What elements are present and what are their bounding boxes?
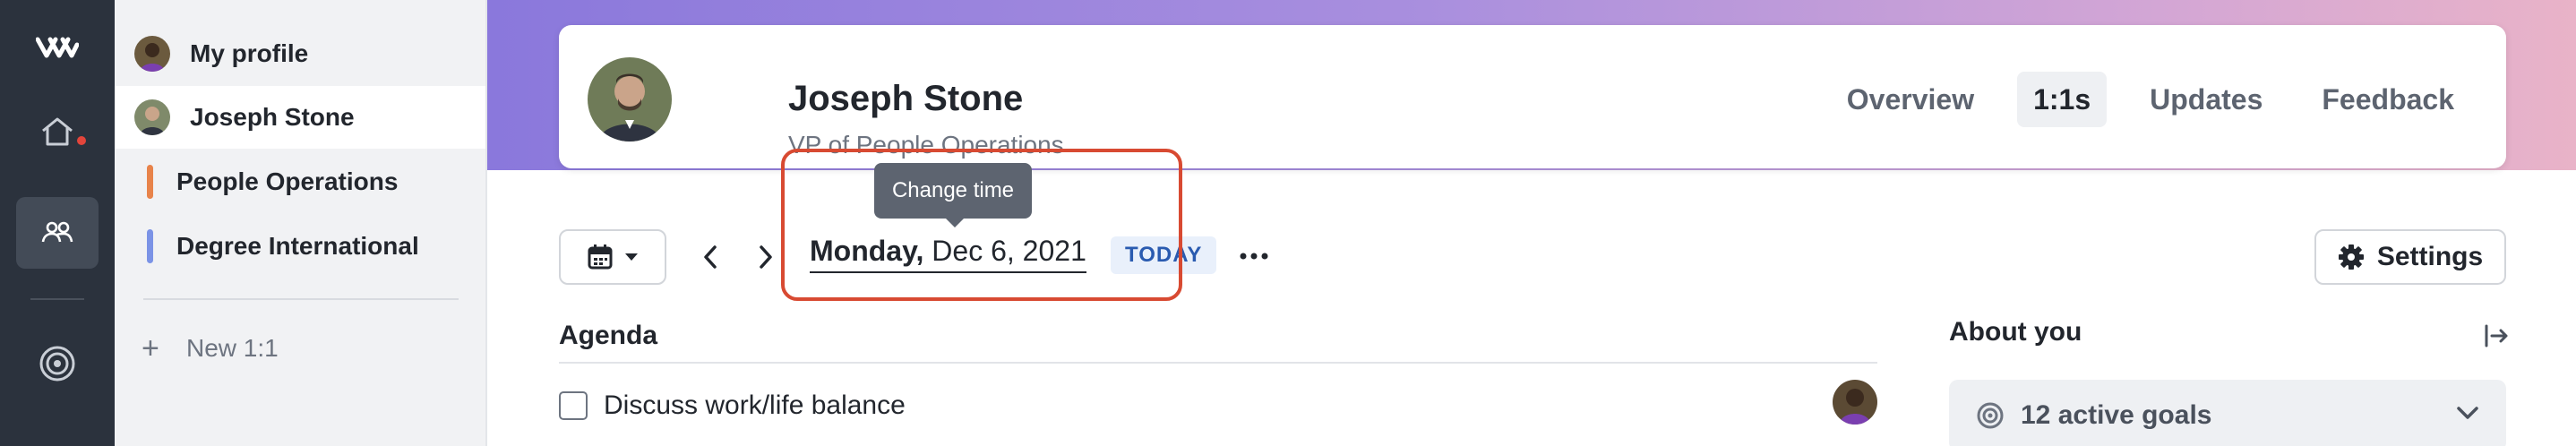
team-color-bar — [147, 165, 153, 199]
sidebar-item-label: Joseph Stone — [190, 103, 355, 131]
avatar — [588, 57, 672, 142]
profile-header-card: Joseph Stone VP of People Operations Ove… — [559, 25, 2506, 168]
active-goals-dropdown[interactable]: 12 active goals — [1949, 380, 2506, 446]
people-icon — [41, 221, 73, 243]
calendar-dropdown-button[interactable] — [559, 229, 666, 285]
collapse-panel-icon[interactable] — [2483, 322, 2510, 349]
gear-icon — [2338, 244, 2364, 270]
more-icon — [1240, 253, 1268, 260]
people-nav-button[interactable] — [16, 197, 99, 269]
sidebar-divider — [143, 298, 459, 300]
chevron-down-icon — [2457, 407, 2478, 419]
target-icon — [1977, 402, 2004, 429]
more-options-button[interactable] — [1236, 242, 1272, 270]
next-date-button[interactable] — [752, 242, 779, 272]
icon-rail — [0, 0, 115, 446]
goals-nav-button[interactable] — [16, 328, 99, 399]
page-title: Joseph Stone — [788, 79, 1024, 118]
tab-overview[interactable]: Overview — [1831, 72, 1990, 127]
list-item: Discuss work/life balance — [559, 390, 906, 421]
notification-dot — [77, 136, 86, 145]
home-nav-button[interactable] — [16, 96, 99, 167]
settings-button[interactable]: Settings — [2314, 229, 2506, 285]
avatar — [1833, 380, 1877, 425]
tab-updates[interactable]: Updates — [2134, 72, 2279, 127]
sidebar-item-joseph-stone[interactable]: Joseph Stone — [115, 86, 485, 149]
previous-date-button[interactable] — [697, 242, 724, 272]
logo-icon[interactable] — [36, 32, 79, 64]
sidebar-item-my-profile[interactable]: My profile — [115, 22, 485, 85]
active-goals-label: 12 active goals — [2021, 400, 2212, 430]
sidebar: My profile Joseph Stone People Operation… — [115, 0, 487, 446]
tab-one-on-ones[interactable]: 1:1s — [2017, 72, 2108, 127]
rail-divider — [30, 298, 84, 300]
calendar-icon — [588, 244, 613, 270]
sidebar-item-label: My profile — [190, 39, 309, 67]
sidebar-item-people-operations[interactable]: People Operations — [115, 150, 485, 213]
agenda-item-label[interactable]: Discuss work/life balance — [604, 390, 906, 421]
app-root: My profile Joseph Stone People Operation… — [0, 0, 2576, 446]
avatar — [134, 99, 170, 135]
team-color-bar — [147, 229, 153, 263]
profile-tabs: Overview 1:1s Updates Feedback — [1804, 72, 2470, 127]
home-icon — [42, 117, 73, 146]
chevron-left-icon — [704, 245, 717, 269]
tab-feedback[interactable]: Feedback — [2306, 72, 2470, 127]
agenda-item-checkbox[interactable] — [559, 391, 588, 420]
sidebar-item-degree-international[interactable]: Degree International — [115, 215, 485, 278]
chevron-right-icon — [760, 245, 772, 269]
about-you-title: About you — [1949, 317, 2082, 347]
plus-icon: + — [142, 331, 159, 365]
new-one-on-one-button[interactable]: + New 1:1 — [142, 333, 279, 364]
sidebar-item-label: People Operations — [176, 167, 399, 195]
agenda-divider — [559, 362, 1877, 364]
change-time-tooltip: Change time — [874, 163, 1032, 227]
target-icon — [39, 346, 75, 382]
avatar — [134, 36, 170, 72]
caret-down-icon — [625, 253, 638, 261]
agenda-title: Agenda — [559, 321, 658, 350]
main-content: Joseph Stone VP of People Operations Ove… — [487, 0, 2576, 446]
settings-label: Settings — [2376, 242, 2484, 271]
new-one-on-one-label: New 1:1 — [186, 334, 279, 362]
sidebar-item-label: Degree International — [176, 232, 419, 260]
